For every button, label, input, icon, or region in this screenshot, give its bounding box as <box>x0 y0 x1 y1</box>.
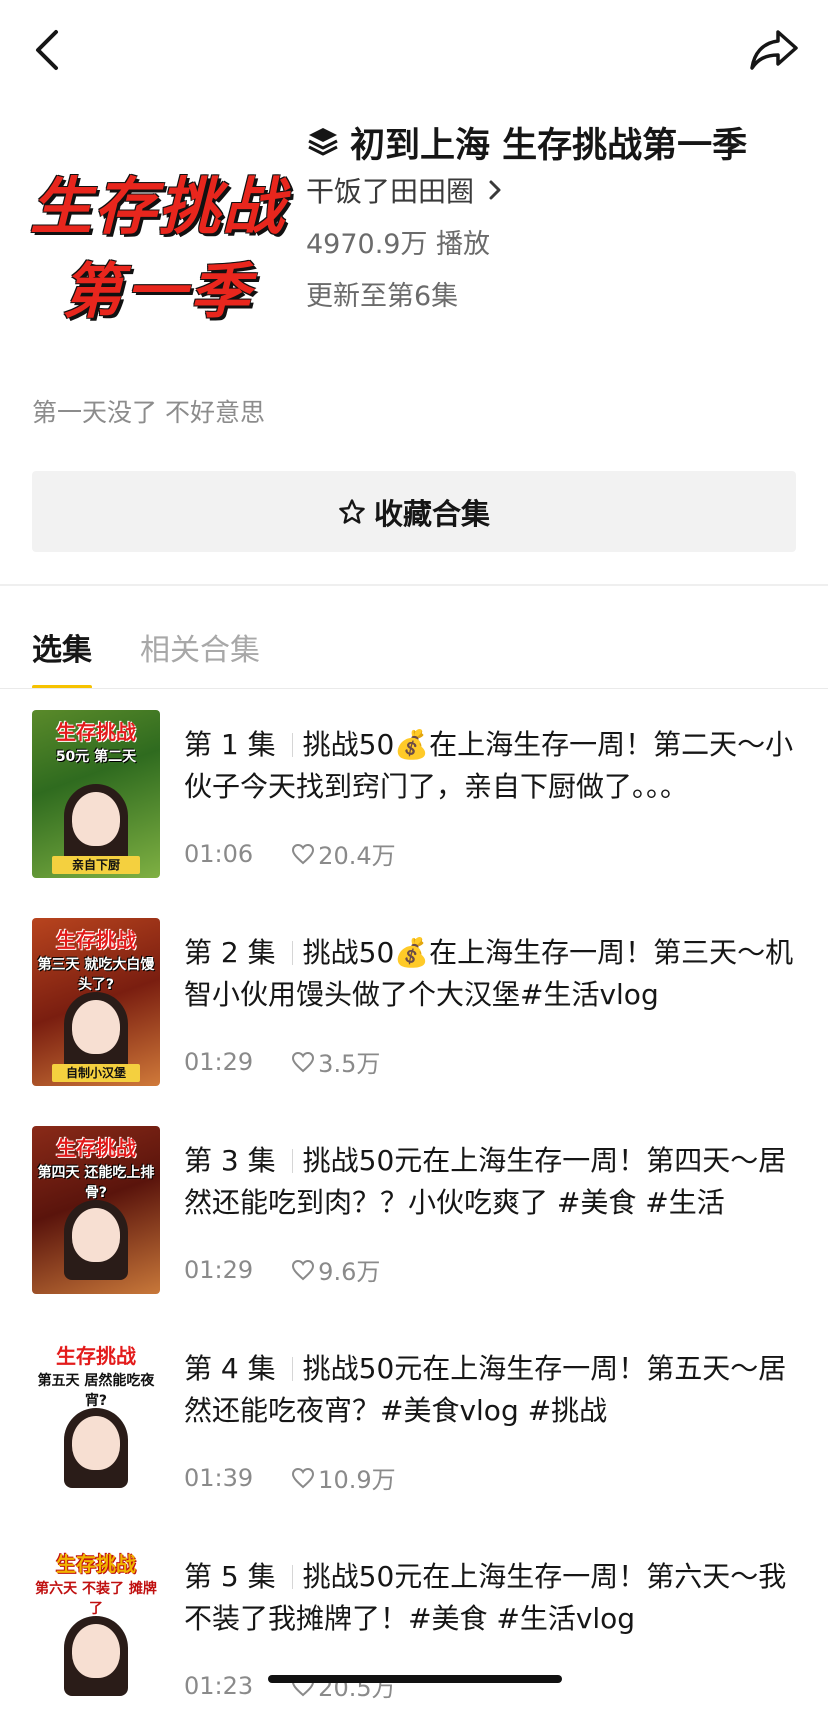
layers-icon <box>308 128 338 156</box>
episode-thumbnail: 生存挑战 第五天 居然能吃夜宵? <box>32 1334 160 1502</box>
episode-item[interactable]: 生存挑战 第三天 就吃大白馒头了? 自制小汉堡 第 2 集挑战50💰在上海生存一… <box>0 918 828 1090</box>
cover-title: 生存挑战 <box>30 173 287 242</box>
episode-text: 第 4 集挑战50元在上海生存一周！第五天～居然还能吃夜宵？#美食vlog #挑… <box>184 1348 804 1494</box>
thumbnail-subtitle: 第三天 就吃大白馒头了? <box>37 957 155 993</box>
author-name: 干饭了田田圈 <box>306 175 475 208</box>
share-button[interactable] <box>748 26 800 74</box>
thumbnail-title: 生存挑战 <box>56 1136 136 1160</box>
heart-icon <box>292 1467 315 1488</box>
separator <box>291 1565 293 1589</box>
episode-duration: 01:29 <box>184 1255 254 1284</box>
episode-title: 第 3 集挑战50元在上海生存一周！第四天～居然还能吃到肉？？小伙吃爽了 #美食… <box>184 1140 804 1224</box>
episode-likes: 20.4万 <box>318 842 396 870</box>
separator <box>291 1149 293 1173</box>
episode-text: 第 5 集挑战50元在上海生存一周！第六天～我不装了我摊牌了！#美食 #生活vl… <box>184 1556 804 1702</box>
author-link[interactable]: 干饭了田田圈 <box>306 170 504 210</box>
tab-bar: 选集 相关合集 <box>0 615 828 689</box>
thumbnail-subtitle: 第五天 居然能吃夜宵? <box>37 1373 155 1409</box>
share-arrow-icon <box>750 30 798 70</box>
episode-number: 第 5 集 <box>184 1560 276 1593</box>
episode-number: 第 3 集 <box>184 1144 276 1177</box>
collection-title-row: 初到上海 生存挑战第一季 <box>306 114 747 170</box>
episode-meta: 01:23 20.5万 <box>184 1668 396 1703</box>
episode-item[interactable]: 生存挑战 50元 第二天 亲自下厨 第 1 集挑战50💰在上海生存一周！第二天～… <box>0 710 828 882</box>
episode-duration: 01:23 <box>184 1671 254 1700</box>
thumbnail-title: 生存挑战 <box>56 1552 136 1576</box>
tab-related-collections[interactable]: 相关合集 <box>140 625 260 669</box>
top-bar <box>0 0 828 100</box>
episode-text: 第 2 集挑战50💰在上海生存一周！第三天～机智小伙用馒头做了个大汉堡#生活vl… <box>184 932 804 1078</box>
episode-duration: 01:39 <box>184 1463 254 1492</box>
episode-likes: 9.6万 <box>318 1258 381 1286</box>
episode-number: 第 2 集 <box>184 936 276 969</box>
episode-number: 第 1 集 <box>184 728 276 761</box>
episode-text: 第 1 集挑战50💰在上海生存一周！第二天～小伙子今天找到窍门了，亲自下厨做了。… <box>184 724 804 870</box>
collection-header: 生存挑战 第一季 初到上海 生存挑战第一季 干饭了田田圈 4970.9万 播放 … <box>0 110 828 360</box>
thumbnail-face <box>72 1000 120 1054</box>
episode-item[interactable]: 生存挑战 第五天 居然能吃夜宵? 第 4 集挑战50元在上海生存一周！第五天～居… <box>0 1334 828 1506</box>
home-indicator[interactable] <box>268 1675 562 1683</box>
heart-icon <box>292 1259 315 1280</box>
separator <box>291 1357 293 1381</box>
episode-likes: 20.5万 <box>318 1674 396 1702</box>
episode-title: 第 2 集挑战50💰在上海生存一周！第三天～机智小伙用馒头做了个大汉堡#生活vl… <box>184 932 804 1016</box>
episode-duration: 01:29 <box>184 1047 254 1076</box>
update-status: 更新至第6集 <box>306 281 459 312</box>
thumbnail-subtitle: 第四天 还能吃上排骨? <box>37 1165 155 1201</box>
episode-item[interactable]: 生存挑战 第四天 还能吃上排骨? 第 3 集挑战50元在上海生存一周！第四天～居… <box>0 1126 828 1298</box>
episode-meta: 01:29 9.6万 <box>184 1252 380 1287</box>
episode-title: 第 1 集挑战50💰在上海生存一周！第二天～小伙子今天找到窍门了，亲自下厨做了。… <box>184 724 804 808</box>
episode-thumbnail: 生存挑战 第三天 就吃大白馒头了? 自制小汉堡 <box>32 918 160 1086</box>
episode-likes: 10.9万 <box>318 1466 396 1494</box>
thumbnail-tag: 自制小汉堡 <box>52 1064 140 1082</box>
episode-number: 第 4 集 <box>184 1352 276 1385</box>
thumbnail-title: 生存挑战 <box>56 720 136 744</box>
thumbnail-face <box>72 1624 120 1678</box>
cover-season: 第一季 <box>62 258 254 325</box>
tab-episodes[interactable]: 选集 <box>32 625 92 669</box>
thumbnail-subtitle: 第六天 不装了 摊牌了 <box>35 1581 157 1617</box>
thumbnail-subtitle: 50元 第二天 <box>55 749 137 765</box>
thumbnail-tag: 亲自下厨 <box>52 856 140 874</box>
episode-thumbnail: 生存挑战 第四天 还能吃上排骨? <box>32 1126 160 1294</box>
episode-item[interactable]: 生存挑战 第六天 不装了 摊牌了 第 5 集挑战50元在上海生存一周！第六天～我… <box>0 1542 828 1714</box>
heart-icon <box>292 1051 315 1072</box>
star-outline-icon <box>339 498 365 524</box>
thumbnail-face <box>72 1208 120 1262</box>
episode-meta: 01:39 10.9万 <box>184 1460 396 1495</box>
episode-title: 第 4 集挑战50元在上海生存一周！第五天～居然还能吃夜宵？#美食vlog #挑… <box>184 1348 804 1432</box>
separator <box>291 941 293 965</box>
separator <box>291 733 293 757</box>
collection-title: 初到上海 生存挑战第一季 <box>350 125 748 166</box>
episode-likes: 3.5万 <box>318 1050 381 1078</box>
episode-duration: 01:06 <box>184 839 254 868</box>
thumbnail-title: 生存挑战 <box>56 928 136 952</box>
episode-title: 第 5 集挑战50元在上海生存一周！第六天～我不装了我摊牌了！#美食 #生活vl… <box>184 1556 804 1640</box>
episode-thumbnail: 生存挑战 50元 第二天 亲自下厨 <box>32 710 160 878</box>
section-divider <box>0 584 828 586</box>
play-count: 4970.9万 播放 <box>306 229 491 260</box>
collect-button-label: 收藏合集 <box>373 496 490 531</box>
heart-icon <box>292 843 315 864</box>
collection-description: 第一天没了 不好意思 <box>32 398 265 427</box>
episode-text: 第 3 集挑战50元在上海生存一周！第四天～居然还能吃到肉？？小伙吃爽了 #美食… <box>184 1140 804 1286</box>
back-button[interactable] <box>28 28 68 72</box>
collection-cover[interactable]: 生存挑战 第一季 <box>30 138 286 338</box>
chevron-left-icon <box>36 30 58 70</box>
collect-button[interactable]: 收藏合集 <box>32 471 796 552</box>
thumbnail-face <box>72 1416 120 1470</box>
thumbnail-title: 生存挑战 <box>56 1344 136 1368</box>
tabs-divider <box>0 688 828 689</box>
episode-thumbnail: 生存挑战 第六天 不装了 摊牌了 <box>32 1542 160 1710</box>
episode-meta: 01:06 20.4万 <box>184 836 396 871</box>
thumbnail-face <box>72 792 120 846</box>
chevron-right-icon <box>489 180 501 200</box>
episode-meta: 01:29 3.5万 <box>184 1044 380 1079</box>
